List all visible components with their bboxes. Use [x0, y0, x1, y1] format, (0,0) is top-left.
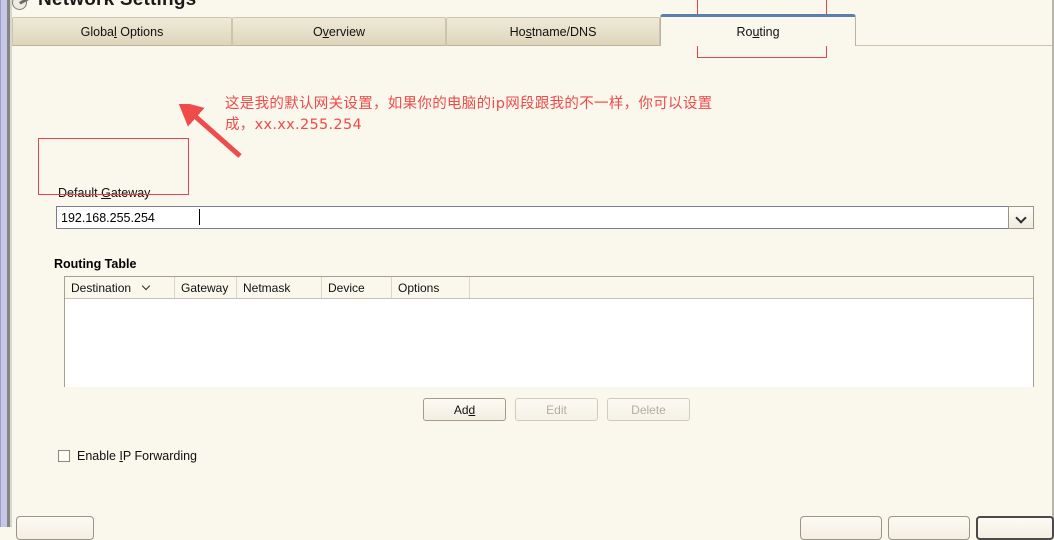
page-title: Network Settings	[38, 0, 196, 11]
page-title-row: Network Settings	[12, 0, 196, 12]
delete-route-button[interactable]: Delete	[607, 398, 690, 421]
window-left-edge	[0, 0, 7, 527]
enable-ip-forwarding-checkbox[interactable]	[58, 450, 70, 462]
column-header-destination-label: Destination	[71, 280, 132, 295]
network-wrench-icon	[12, 0, 32, 10]
tab-bar: Global Options Overview Hostname/DNS Rou…	[12, 14, 1052, 46]
tab-hostname-dns-label: Hostname/DNS	[509, 24, 597, 39]
column-header-netmask[interactable]: Netmask	[237, 277, 322, 298]
default-gateway-dropdown-button[interactable]	[1008, 206, 1034, 229]
routing-table-heading: Routing Table	[54, 257, 137, 271]
enable-ip-forwarding-row[interactable]: Enable IP Forwarding	[58, 449, 197, 463]
column-header-netmask-label: Netmask	[243, 280, 291, 295]
add-route-button-label: Add	[453, 402, 476, 417]
back-button[interactable]	[800, 516, 882, 540]
text-caret	[199, 209, 200, 225]
tab-overview[interactable]: Overview	[232, 17, 446, 46]
tab-routing-label: Routing	[736, 24, 780, 39]
delete-route-button-label: Delete	[631, 402, 666, 417]
routing-table-actions: Add Edit Delete	[423, 398, 690, 421]
tab-global-options-label: Global Options	[80, 24, 164, 39]
column-header-filler	[470, 277, 1033, 298]
tab-routing[interactable]: Routing	[660, 14, 856, 46]
default-gateway-label: Default Gateway	[58, 186, 151, 200]
column-header-options[interactable]: Options	[392, 277, 470, 298]
routing-table-header-row: Destination Gateway Netmask Device Optio…	[65, 277, 1033, 299]
column-header-options-label: Options	[398, 280, 440, 295]
routing-table[interactable]: Destination Gateway Netmask Device Optio…	[64, 276, 1034, 387]
tab-global-options[interactable]: Global Options	[12, 17, 232, 46]
routing-table-body[interactable]	[65, 299, 1033, 387]
column-header-device[interactable]: Device	[322, 277, 392, 298]
help-button[interactable]	[16, 516, 94, 540]
abort-button[interactable]	[888, 516, 970, 540]
tab-hostname-dns[interactable]: Hostname/DNS	[446, 17, 660, 46]
routing-tab-panel: Default Gateway Routing Table Destinatio…	[12, 46, 1052, 527]
edit-route-button[interactable]: Edit	[515, 398, 598, 421]
column-header-destination[interactable]: Destination	[65, 277, 175, 298]
tab-overview-label: Overview	[312, 24, 366, 39]
column-header-gateway-label: Gateway	[181, 280, 229, 295]
column-header-gateway[interactable]: Gateway	[175, 277, 237, 298]
chevron-down-icon	[1017, 213, 1026, 222]
enable-ip-forwarding-label: Enable IP Forwarding	[77, 449, 197, 463]
add-route-button[interactable]: Add	[423, 398, 506, 421]
next-button[interactable]	[976, 516, 1054, 540]
column-header-device-label: Device	[328, 280, 365, 295]
network-settings-window: Network Settings Global Options Overview…	[0, 0, 1054, 540]
edit-route-button-label: Edit	[546, 402, 567, 417]
chevron-down-icon	[143, 283, 152, 292]
default-gateway-combobox[interactable]	[56, 206, 1034, 229]
